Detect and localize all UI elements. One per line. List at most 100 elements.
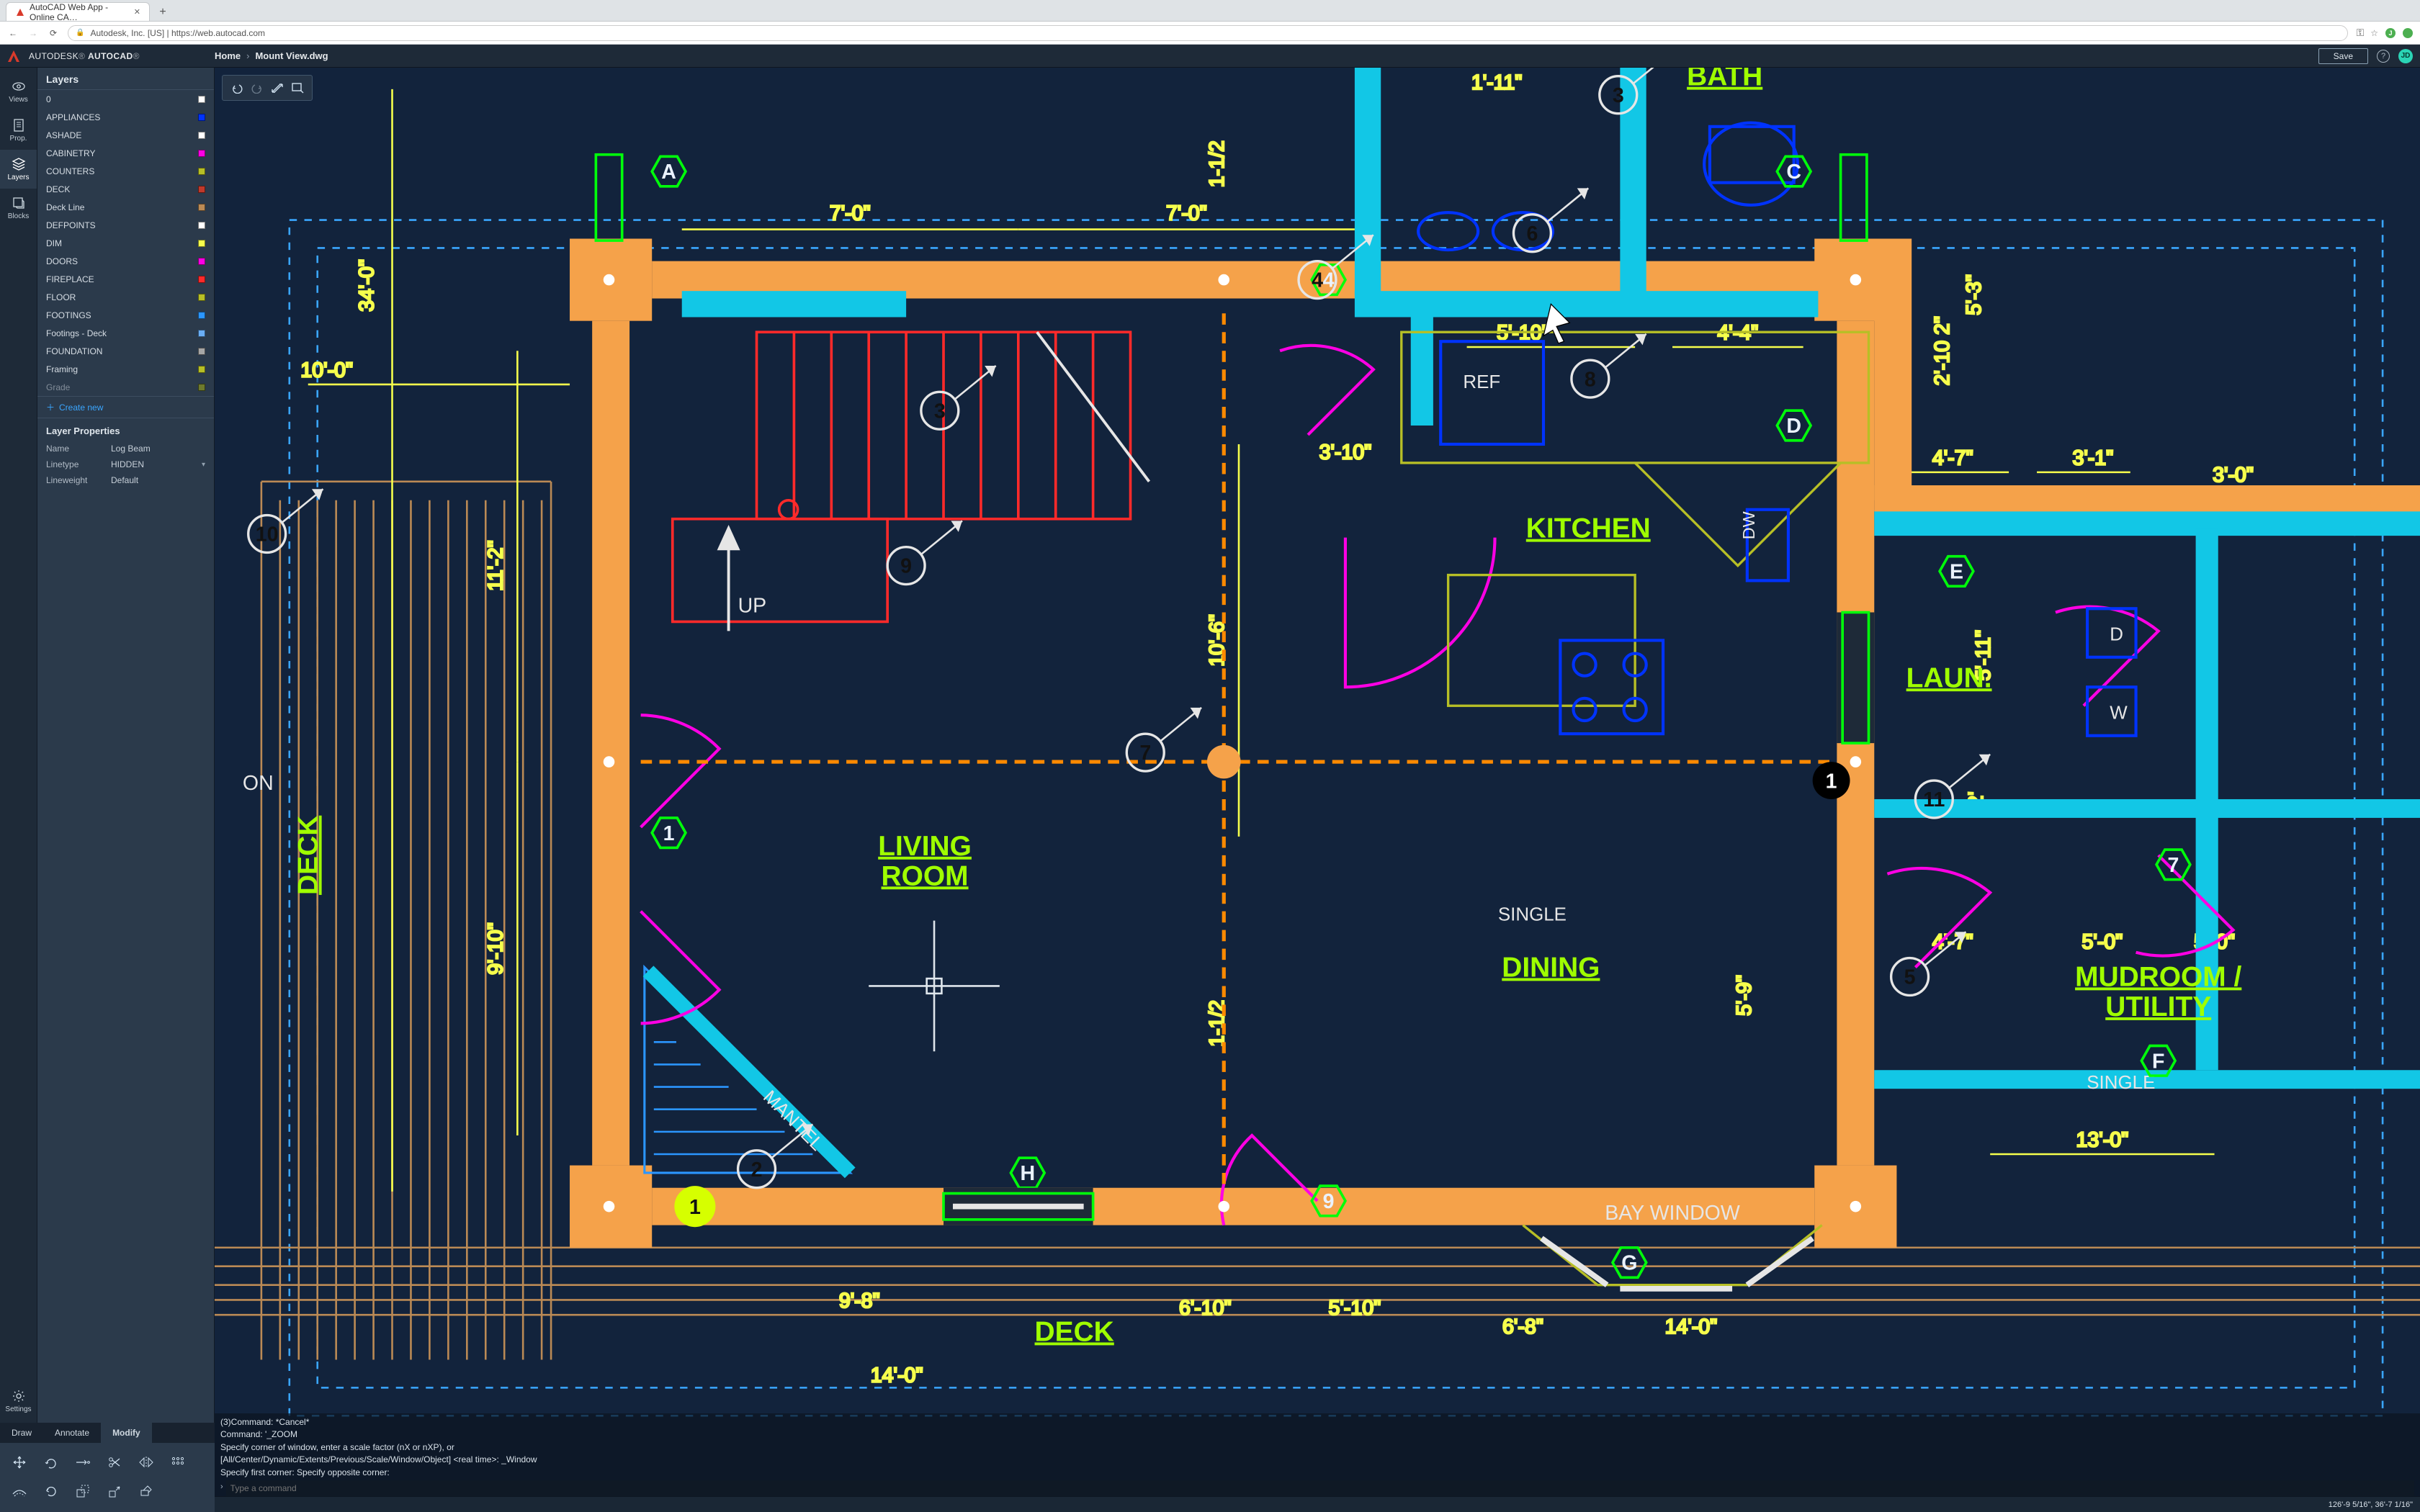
tool-offset[interactable] (6, 1479, 33, 1503)
svg-text:5: 5 (1904, 966, 1916, 989)
cmd-history-line: Specify corner of window, enter a scale … (220, 1441, 2414, 1454)
layer-swatch (198, 204, 205, 211)
help-icon[interactable]: ? (2377, 50, 2390, 63)
tool-mirror[interactable] (133, 1450, 160, 1475)
svg-text:2: 2 (751, 1158, 763, 1182)
svg-text:5'-9": 5'-9" (1733, 975, 1756, 1016)
layer-row[interactable]: COUNTERS (37, 162, 214, 180)
layer-row[interactable]: APPLIANCES (37, 108, 214, 126)
layers-icon (11, 158, 27, 171)
tool-trim[interactable] (101, 1450, 128, 1475)
layer-name: DIM (46, 238, 62, 248)
cmd-history-line: [All/Center/Dynamic/Extents/Previous/Sca… (220, 1454, 2414, 1466)
create-new-layer[interactable]: ＋ Create new (37, 397, 214, 418)
layer-swatch (198, 258, 205, 265)
command-input[interactable] (226, 1480, 2414, 1496)
brand-text: AUTODESK® AUTOCAD® (29, 51, 140, 61)
lock-icon: 🔒 (76, 29, 84, 37)
forward-button[interactable]: → (27, 28, 39, 38)
avatar[interactable]: JD (2398, 49, 2413, 63)
layer-row[interactable]: FIREPLACE (37, 270, 214, 288)
tab-modify[interactable]: Modify (101, 1423, 152, 1443)
layer-row[interactable]: FOOTINGS (37, 306, 214, 324)
tab-annotate[interactable]: Annotate (43, 1423, 101, 1443)
layer-row[interactable]: Framing (37, 360, 214, 378)
save-button[interactable]: Save (2318, 48, 2368, 64)
svg-text:7'-0": 7'-0" (830, 202, 871, 225)
tool-undo[interactable] (37, 1479, 65, 1503)
layer-row[interactable]: DOORS (37, 252, 214, 270)
breadcrumb-home[interactable]: Home (215, 50, 241, 61)
rail-layers[interactable]: Layers (0, 150, 37, 189)
layer-row[interactable]: Deck Line (37, 198, 214, 216)
layer-row[interactable]: DEFPOINTS (37, 216, 214, 234)
svg-text:9'-8": 9'-8" (839, 1290, 880, 1313)
rail-views[interactable]: Views (0, 72, 37, 111)
svg-text:BATH: BATH (1687, 68, 1762, 92)
svg-text:ON: ON (243, 772, 274, 795)
rail-settings[interactable]: Settings (0, 1384, 37, 1423)
layer-swatch (198, 330, 205, 337)
drawing-canvas[interactable]: DECK DECK 10'-0" 34'-0" 7'-0" (215, 68, 2420, 1512)
tool-rotate[interactable] (37, 1450, 65, 1475)
redo-icon[interactable] (247, 79, 267, 96)
prop-linetype[interactable]: Linetype HIDDEN▾ (37, 456, 214, 472)
layer-swatch (198, 294, 205, 301)
undo-icon[interactable] (227, 79, 247, 96)
address-bar[interactable]: 🔒 Autodesk, Inc. [US] | https://web.auto… (68, 25, 2348, 41)
layer-row[interactable]: DECK (37, 180, 214, 198)
layer-row[interactable]: DIM (37, 234, 214, 252)
layer-name: DECK (46, 184, 70, 194)
layer-row[interactable]: FOUNDATION (37, 342, 214, 360)
layer-row[interactable]: Footings - Deck (37, 324, 214, 342)
tool-erase[interactable] (133, 1479, 160, 1503)
password-key-icon[interactable]: ⚿ (2357, 27, 2364, 39)
profile-dot-icon[interactable]: J (2385, 28, 2396, 38)
svg-text:6: 6 (1526, 222, 1538, 246)
layer-row[interactable]: 0 (37, 90, 214, 108)
rail-blocks[interactable]: Blocks (0, 189, 37, 228)
layer-swatch (198, 96, 205, 103)
svg-text:2'-10 2": 2'-10 2" (1931, 316, 1954, 385)
extension-dot-icon[interactable] (2403, 28, 2413, 38)
layer-name: ASHADE (46, 130, 81, 140)
layer-swatch (198, 186, 205, 193)
layer-row[interactable]: FLOOR (37, 288, 214, 306)
tool-array[interactable] (164, 1450, 192, 1475)
layer-swatch (198, 114, 205, 121)
bookmark-star-icon[interactable]: ☆ (2370, 28, 2378, 38)
breadcrumb: Home › Mount View.dwg (215, 50, 328, 61)
svg-text:G: G (1621, 1252, 1637, 1275)
layer-row[interactable]: Grade (37, 378, 214, 396)
tab-draw[interactable]: Draw (0, 1423, 43, 1443)
chevron-right-icon: › (220, 1482, 223, 1493)
back-button[interactable]: ← (7, 28, 19, 38)
layer-name: COUNTERS (46, 166, 94, 176)
zoom-extents-icon[interactable] (267, 79, 287, 96)
browser-tab[interactable]: AutoCAD Web App - Online CA… ✕ (6, 2, 150, 21)
layer-list[interactable]: 0APPLIANCES ASHADE CABINETRY COUNTERS DECK De… (37, 90, 214, 397)
svg-text:DECK: DECK (1035, 1317, 1114, 1348)
prop-lineweight[interactable]: Lineweight Default (37, 472, 214, 488)
favicon-autocad-icon (15, 7, 25, 17)
layer-name: DEFPOINTS (46, 220, 96, 230)
layer-row[interactable]: CABINETRY (37, 144, 214, 162)
new-tab-button[interactable]: + (154, 4, 171, 21)
layer-swatch (198, 132, 205, 139)
zoom-window-icon[interactable] (287, 79, 308, 96)
autocad-logo-icon (6, 48, 22, 64)
svg-text:11: 11 (1923, 788, 1945, 811)
svg-text:1-1/2: 1-1/2 (1206, 140, 1229, 187)
svg-text:MANTEL: MANTEL (759, 1087, 827, 1155)
tool-scale[interactable] (69, 1479, 97, 1503)
layer-row[interactable]: ASHADE (37, 126, 214, 144)
tool-move[interactable] (6, 1450, 33, 1475)
svg-text:SINGLE: SINGLE (2087, 1073, 2155, 1093)
close-tab-icon[interactable]: ✕ (134, 7, 140, 17)
reload-button[interactable]: ⟳ (48, 28, 59, 38)
tool-explode[interactable] (101, 1479, 128, 1503)
prop-name: Name Log Beam (37, 441, 214, 456)
rail-props[interactable]: Prop. (0, 111, 37, 150)
svg-text:3: 3 (934, 400, 946, 423)
tool-copy[interactable] (69, 1450, 97, 1475)
